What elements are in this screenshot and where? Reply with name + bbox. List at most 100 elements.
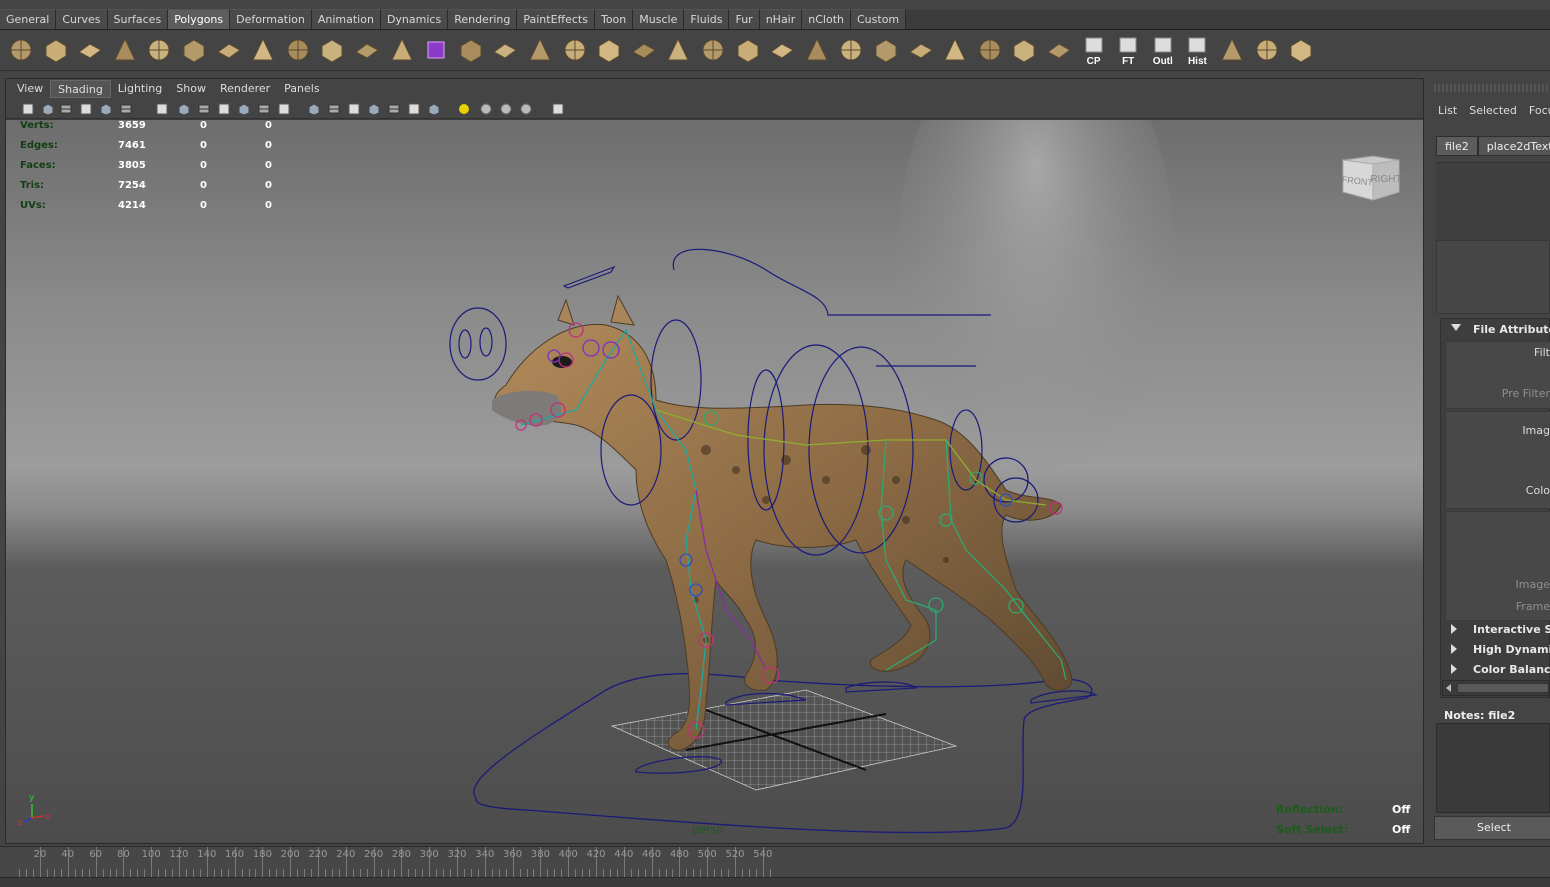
select-button[interactable]: Select bbox=[1434, 816, 1550, 840]
smooth-shade-icon[interactable] bbox=[176, 101, 192, 117]
select-edges-icon[interactable] bbox=[490, 35, 520, 65]
time-slider[interactable]: 20 40 60 80 100 120 140 160 180 200 220 240 260 280 30… bbox=[0, 846, 1550, 877]
outliner-icon[interactable]: Outl bbox=[1148, 35, 1178, 67]
panel-grip-handle[interactable] bbox=[1434, 84, 1550, 92]
shelf-tab-nhair[interactable]: nHair bbox=[759, 9, 803, 29]
poly-cylinder-icon[interactable] bbox=[75, 35, 105, 65]
split-polygon-icon[interactable] bbox=[629, 35, 659, 65]
field-chart-icon[interactable] bbox=[386, 101, 402, 117]
section-interactive-sequence[interactable]: Interactive S bbox=[1443, 621, 1550, 639]
poly-torus-icon[interactable] bbox=[179, 35, 209, 65]
default-material-icon[interactable] bbox=[196, 101, 212, 117]
bridge-icon[interactable] bbox=[560, 35, 590, 65]
xray-active-icon[interactable] bbox=[478, 101, 494, 117]
mirror-icon[interactable] bbox=[1217, 35, 1247, 65]
menu-show[interactable]: Show bbox=[169, 80, 213, 98]
insert-edge-loop-icon[interactable] bbox=[663, 35, 693, 65]
merge-icon[interactable] bbox=[698, 35, 728, 65]
poly-cube-icon[interactable] bbox=[41, 35, 71, 65]
poly-pipe-icon[interactable] bbox=[248, 35, 278, 65]
section-color-balance[interactable]: Color Balance bbox=[1443, 661, 1550, 679]
shelf-tab-animation[interactable]: Animation bbox=[311, 9, 381, 29]
wireframe-on-shaded-icon[interactable] bbox=[518, 101, 534, 117]
grease-pencil-icon[interactable] bbox=[118, 101, 134, 117]
select-faces-icon[interactable] bbox=[456, 35, 486, 65]
shadows-icon[interactable] bbox=[256, 101, 272, 117]
poly-pyramid-icon[interactable] bbox=[214, 35, 244, 65]
transfer-icon[interactable] bbox=[1009, 35, 1039, 65]
use-all-lights-icon[interactable] bbox=[236, 101, 252, 117]
xray-icon[interactable] bbox=[276, 101, 292, 117]
freeze-transform-icon[interactable]: FT bbox=[1113, 35, 1143, 67]
isolate-select-icon[interactable] bbox=[306, 101, 322, 117]
scroll-left-icon[interactable] bbox=[1446, 684, 1451, 692]
hud-icon[interactable] bbox=[550, 101, 566, 117]
attr-menu-selected[interactable]: Selected bbox=[1469, 104, 1517, 117]
shelf-tab-ncloth[interactable]: nCloth bbox=[802, 9, 851, 29]
attr-tab-place2dtexture[interactable]: place2dText bbox=[1477, 136, 1550, 156]
bevel-icon[interactable] bbox=[733, 35, 763, 65]
attr-menu-focus[interactable]: Focu bbox=[1529, 104, 1550, 117]
checker-uv-3-icon[interactable] bbox=[975, 35, 1005, 65]
menu-renderer[interactable]: Renderer bbox=[213, 80, 277, 98]
section-high-dynamic-range[interactable]: High Dynamic bbox=[1443, 641, 1550, 659]
shelf-tab-polygons[interactable]: Polygons bbox=[168, 9, 231, 29]
bookmarks-icon[interactable] bbox=[58, 101, 74, 117]
shelf-tab-deformation[interactable]: Deformation bbox=[230, 9, 312, 29]
resolution-gate-icon[interactable] bbox=[346, 101, 362, 117]
checker-uv-2-icon[interactable] bbox=[940, 35, 970, 65]
extrude-icon[interactable] bbox=[525, 35, 555, 65]
backface-cull-icon[interactable] bbox=[498, 101, 514, 117]
scroll-thumb[interactable] bbox=[1457, 683, 1549, 693]
append-polygon-icon[interactable] bbox=[594, 35, 624, 65]
textured-icon[interactable] bbox=[216, 101, 232, 117]
checker-uv-1-icon[interactable] bbox=[906, 35, 936, 65]
shelf-tab-surfaces[interactable]: Surfaces bbox=[107, 9, 169, 29]
shelf-tab-muscle[interactable]: Muscle bbox=[633, 9, 685, 29]
shelf-tab-painteffects[interactable]: PaintEffects bbox=[517, 9, 595, 29]
gate-mask-icon[interactable] bbox=[366, 101, 382, 117]
film-gate-icon[interactable] bbox=[326, 101, 342, 117]
soft-select-icon[interactable] bbox=[1252, 35, 1282, 65]
shelf-tab-general[interactable]: General bbox=[0, 9, 57, 29]
center-pivot-icon[interactable]: CP bbox=[1079, 35, 1109, 67]
shelf-tab-toon[interactable]: Toon bbox=[594, 9, 634, 29]
wireframe-icon[interactable] bbox=[154, 101, 170, 117]
shelf-tab-fluids[interactable]: Fluids bbox=[684, 9, 730, 29]
duplicate-face-icon[interactable] bbox=[836, 35, 866, 65]
menu-panels[interactable]: Panels bbox=[277, 80, 326, 98]
shelf-tab-curves[interactable]: Curves bbox=[56, 9, 108, 29]
image-plane-icon[interactable] bbox=[78, 101, 94, 117]
section-file-attributes[interactable]: File Attribute bbox=[1443, 321, 1550, 339]
shelf-tab-custom[interactable]: Custom bbox=[851, 9, 907, 29]
separate-icon[interactable] bbox=[352, 35, 382, 65]
poly-sphere-icon[interactable] bbox=[6, 35, 36, 65]
uv-cube-icon[interactable] bbox=[421, 35, 451, 65]
attr-horizontal-scrollbar[interactable] bbox=[1442, 680, 1550, 696]
view-cube[interactable]: FRONT RIGHT bbox=[1339, 148, 1405, 206]
history-icon[interactable]: Hist bbox=[1182, 35, 1212, 67]
select-camera-icon[interactable] bbox=[20, 101, 36, 117]
2d-pan-zoom-icon[interactable] bbox=[98, 101, 114, 117]
shelf-tab-fur[interactable]: Fur bbox=[729, 9, 760, 29]
menu-view[interactable]: View bbox=[10, 80, 50, 98]
safe-action-icon[interactable] bbox=[406, 101, 422, 117]
shelf-tab-dynamics[interactable]: Dynamics bbox=[380, 9, 449, 29]
menu-shading[interactable]: Shading bbox=[50, 80, 111, 98]
sculpt-icon[interactable] bbox=[871, 35, 901, 65]
shelf-tab-rendering[interactable]: Rendering bbox=[448, 9, 518, 29]
extract-icon[interactable] bbox=[802, 35, 832, 65]
poly-cone-icon[interactable] bbox=[110, 35, 140, 65]
attr-tab-file2[interactable]: file2 bbox=[1436, 136, 1478, 156]
poly-soccer-ball-icon[interactable] bbox=[283, 35, 313, 65]
smooth-icon[interactable] bbox=[387, 35, 417, 65]
xray-joints-icon[interactable] bbox=[456, 101, 472, 117]
attr-menu-list[interactable]: List bbox=[1438, 104, 1457, 117]
texture-editor-icon[interactable] bbox=[1044, 35, 1074, 65]
safe-title-icon[interactable] bbox=[426, 101, 442, 117]
range-slider[interactable] bbox=[0, 877, 1550, 887]
uv-layout-icon[interactable] bbox=[1286, 35, 1316, 65]
menu-lighting[interactable]: Lighting bbox=[111, 80, 169, 98]
combine-icon[interactable] bbox=[317, 35, 347, 65]
camera-attributes-icon[interactable] bbox=[40, 101, 56, 117]
